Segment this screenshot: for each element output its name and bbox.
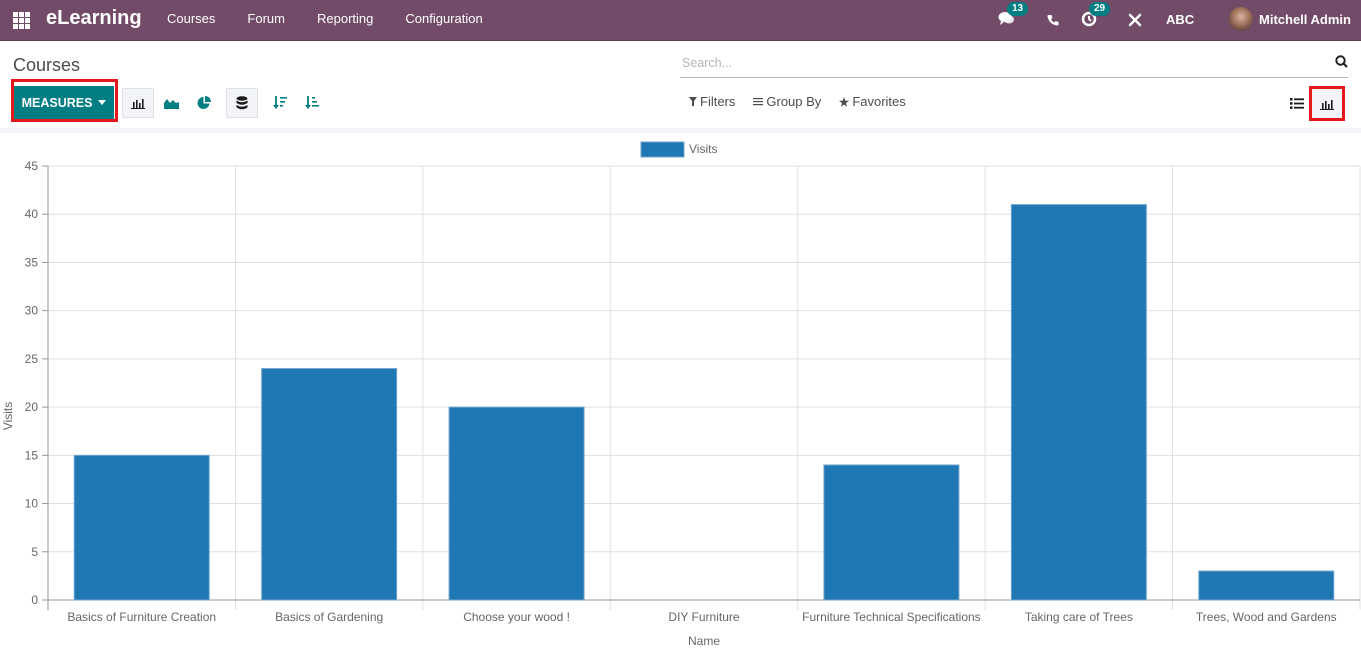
y-tick-label: 0 xyxy=(31,593,38,607)
bar xyxy=(1198,570,1335,601)
x-tick-label: Basics of Gardening xyxy=(275,610,383,624)
favorites-dropdown[interactable]: Favorites xyxy=(839,94,906,109)
app-menu-icon[interactable] xyxy=(13,12,30,29)
search-options: Filters Group By Favorites xyxy=(689,94,906,109)
x-tick-label: Choose your wood ! xyxy=(463,610,570,624)
page-title: Courses xyxy=(13,55,81,75)
y-tick-label: 10 xyxy=(25,497,39,511)
x-tick-label: Taking care of Trees xyxy=(1025,610,1133,624)
list-view-button[interactable] xyxy=(1284,89,1310,117)
filters-label: Filters xyxy=(700,94,736,109)
bars-icon xyxy=(753,98,764,106)
y-tick-label: 35 xyxy=(25,255,39,269)
caret-down-icon xyxy=(98,100,107,105)
graph-view: 0 5 10 15 20 25 30 35 40 45 Basics of Furniture Cr… xyxy=(0,133,1361,651)
y-tick-label: 5 xyxy=(31,545,38,559)
app-name[interactable]: eLearning xyxy=(46,7,142,30)
y-tick-label: 40 xyxy=(25,207,39,221)
user-name: Mitchell Admin xyxy=(1259,11,1351,27)
line-chart-mode-button[interactable] xyxy=(155,88,187,118)
company-switcher[interactable]: ABC xyxy=(1166,12,1194,27)
group-by-label: Group By xyxy=(766,94,822,109)
graph-view-button[interactable] xyxy=(1309,86,1345,121)
bar xyxy=(261,368,398,601)
star-icon xyxy=(839,96,850,107)
y-tick-label: 45 xyxy=(25,159,39,173)
x-tick-label: Basics of Furniture Creation xyxy=(67,610,216,624)
legend-label: Visits xyxy=(689,142,717,156)
bar xyxy=(448,406,585,601)
y-axis-label: Visits xyxy=(1,402,15,430)
measures-label: MEASURES xyxy=(21,95,93,110)
search-bar xyxy=(680,51,1348,78)
bar-chart-icon xyxy=(1320,99,1334,110)
bar xyxy=(823,464,960,601)
sort-asc-icon xyxy=(305,96,319,109)
bar-chart: 0 5 10 15 20 25 30 35 40 45 Basics of Furniture Cr… xyxy=(1,141,1361,648)
area-chart-icon xyxy=(163,99,179,109)
messages-badge: 13 xyxy=(1007,2,1029,16)
list-icon xyxy=(1290,97,1304,109)
menu-configuration[interactable]: Configuration xyxy=(389,0,498,41)
user-menu[interactable]: Mitchell Admin xyxy=(1229,7,1351,31)
bar xyxy=(1010,204,1147,601)
bar-chart-icon xyxy=(131,99,145,109)
search-icon[interactable] xyxy=(1335,55,1348,68)
search-input[interactable] xyxy=(682,53,1312,73)
legend-swatch xyxy=(640,141,685,158)
bar xyxy=(73,454,210,601)
x-tick-label: Furniture Technical Specifications xyxy=(802,610,981,624)
sort-descending-button[interactable] xyxy=(264,88,296,118)
messages-button[interactable]: 13 xyxy=(998,2,1029,29)
phone-icon xyxy=(1047,15,1059,26)
y-tick-label: 15 xyxy=(25,448,39,462)
x-tick-label: Trees, Wood and Gardens xyxy=(1196,610,1337,624)
pie-chart-icon xyxy=(197,96,211,109)
y-tick-label: 25 xyxy=(25,352,39,366)
activities-button[interactable]: 29 xyxy=(1081,2,1111,30)
main-menu: Courses Forum Reporting Configuration xyxy=(151,0,499,41)
menu-courses[interactable]: Courses xyxy=(151,0,231,41)
measures-button[interactable]: MEASURES xyxy=(14,86,114,119)
database-icon xyxy=(236,96,248,110)
group-by-dropdown[interactable]: Group By xyxy=(753,94,821,109)
menu-forum[interactable]: Forum xyxy=(231,0,301,41)
x-tick-label: DIY Furniture xyxy=(668,610,739,624)
filter-icon xyxy=(689,97,697,106)
sort-desc-icon xyxy=(273,96,287,109)
x-axis-label: Name xyxy=(688,634,720,648)
control-panel: Courses MEASURES Filters Group By xyxy=(0,41,1361,129)
filters-dropdown[interactable]: Filters xyxy=(689,94,735,109)
stacked-toggle-button[interactable] xyxy=(226,88,258,118)
tools-icon xyxy=(1128,13,1142,27)
y-tick-label: 30 xyxy=(25,304,39,318)
user-avatar xyxy=(1229,7,1253,31)
sort-ascending-button[interactable] xyxy=(296,88,328,118)
top-navbar: eLearning Courses Forum Reporting Config… xyxy=(0,0,1361,41)
debug-tools-button[interactable] xyxy=(1128,13,1142,30)
bar-chart-mode-button[interactable] xyxy=(122,88,154,118)
menu-reporting[interactable]: Reporting xyxy=(301,0,389,41)
pie-chart-mode-button[interactable] xyxy=(188,88,220,118)
activities-badge: 29 xyxy=(1089,2,1111,16)
phone-button[interactable] xyxy=(1047,13,1059,29)
y-tick-label: 20 xyxy=(25,400,39,414)
favorites-label: Favorites xyxy=(852,94,906,109)
